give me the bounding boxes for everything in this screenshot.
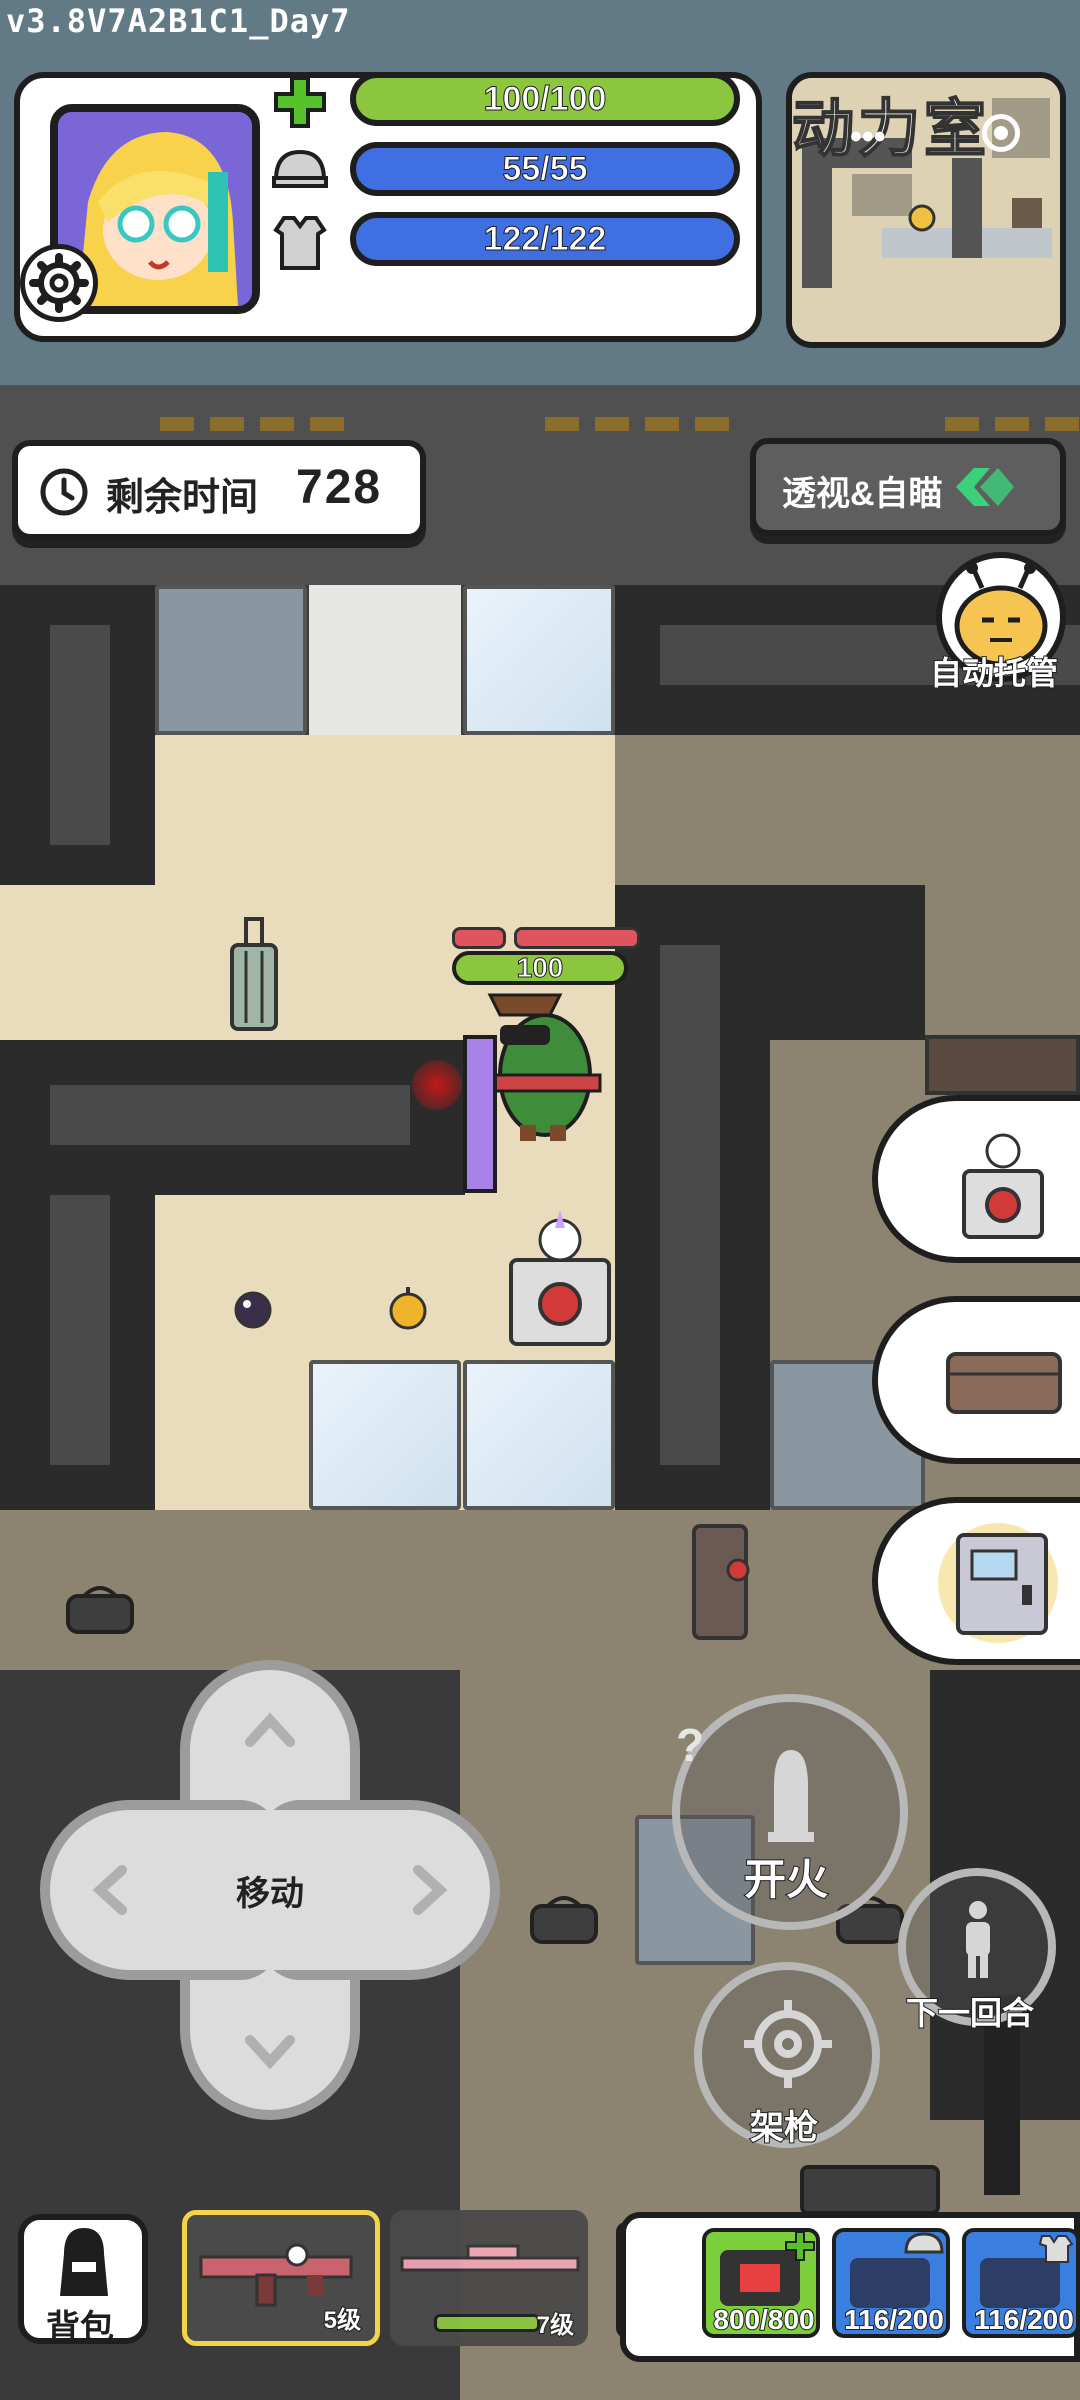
blood-splat [412, 1060, 462, 1110]
nearby-safe-card[interactable] [872, 1497, 1080, 1665]
ice-block [463, 1360, 615, 1510]
sniper-rifle-icon [400, 2244, 580, 2272]
backpack-icon [60, 2228, 108, 2296]
chevron-left-icon [92, 1865, 127, 1915]
weapon-2-level: 7级 [536, 2311, 575, 2340]
fire-button[interactable]: 开火 [672, 1694, 908, 1930]
golden-apple-icon[interactable] [388, 1283, 428, 1331]
assault-rifle-icon [199, 2243, 353, 2307]
weapon-slot-1[interactable]: 5级 [182, 2210, 380, 2346]
status-panel: 100/100 55/55 122/122 [14, 72, 762, 342]
minimap-more-icon[interactable]: ••• [850, 118, 886, 157]
weapon-crate[interactable] [800, 2165, 940, 2215]
timer-value: 728 [296, 461, 383, 514]
weapon-1-level: 5级 [323, 2306, 362, 2335]
health-bar: 100/100 [350, 72, 740, 126]
loot-crate-icon [962, 1133, 1044, 1239]
armor-repair-count: 116/200 [973, 2303, 1075, 2336]
helmet-repair-count: 116/200 [843, 2303, 945, 2336]
nearby-loot-crate-card[interactable] [872, 1095, 1080, 1263]
aim-button[interactable]: 架枪 [694, 1962, 880, 2148]
player-hp-bar: 100 [452, 951, 628, 985]
backpack-button[interactable]: 背包 [18, 2214, 148, 2347]
suitcase-icon[interactable] [222, 915, 286, 1039]
health-icon [270, 72, 330, 132]
chevron-up-icon [245, 1712, 295, 1747]
version-label: v3.8V7A2B1C1_Day7 [6, 2, 351, 40]
floor-tile [309, 585, 461, 735]
ice-block [309, 1360, 461, 1510]
minimap-room-label: 动力室 [792, 94, 991, 165]
helmet-icon [270, 142, 330, 202]
ice-block [463, 585, 615, 735]
movement-dpad[interactable]: 移动 [40, 1660, 500, 2120]
loot-crate-icon[interactable] [505, 1200, 615, 1350]
medkit-icon [720, 2231, 815, 2306]
locker-icon[interactable] [688, 1520, 752, 1644]
medkit-count: 800/800 [712, 2303, 815, 2336]
duffel-bag-icon[interactable] [528, 1890, 600, 1946]
crosshair-icon [744, 2000, 832, 2088]
helmet-repair-slot[interactable]: 116/200 [832, 2228, 950, 2338]
consumables-tray: 800/800 116/200 116/200 [620, 2212, 1080, 2362]
timer-panel: 剩余时间 728 [12, 440, 426, 540]
aim-label: 架枪 [749, 2108, 819, 2148]
next-round-label: 下一回合 [905, 1994, 1035, 2032]
orb-item-icon[interactable] [233, 1290, 273, 1330]
weapon-2-durability-bar [434, 2314, 540, 2332]
armor-icon [270, 212, 330, 272]
weapon-slot-2[interactable]: 7级 [390, 2210, 588, 2346]
bullet-icon [768, 1750, 814, 1842]
settings-button[interactable] [20, 244, 98, 322]
backpack-label: 背包 [46, 2309, 114, 2347]
fire-label: 开火 [743, 1855, 829, 1904]
safe-icon [956, 1533, 1048, 1635]
cabinet[interactable] [925, 1035, 1080, 1095]
nearby-chest-card[interactable] [872, 1296, 1080, 1464]
player-health-pips [452, 927, 640, 949]
helmet-repair-icon [850, 2232, 944, 2308]
medkit-slot[interactable]: 800/800 [702, 2228, 820, 2338]
xray-autoaim-button[interactable]: 透视&自瞄 [750, 438, 1066, 536]
person-icon [966, 1901, 990, 1978]
chevron-right-icon [413, 1865, 448, 1915]
help-icon[interactable]: ? [676, 1718, 704, 1772]
duffel-bag-icon[interactable] [64, 1580, 136, 1636]
wooden-chest-icon [946, 1352, 1062, 1414]
minimap[interactable]: 动力室 ••• [786, 72, 1066, 348]
gear-icon [29, 253, 89, 313]
clock-icon [40, 468, 88, 516]
timer-label: 剩余时间 [106, 477, 259, 519]
armor-repair-slot[interactable]: 116/200 [962, 2228, 1080, 2338]
move-label: 移动 [236, 1875, 304, 1913]
minimap-target-icon[interactable] [982, 114, 1020, 152]
stone-block [155, 585, 307, 735]
purple-door[interactable] [463, 1035, 497, 1193]
play-arrow-icon [956, 468, 1014, 506]
armor-bar: 122/122 [350, 212, 740, 266]
xray-autoaim-label: 透视&自瞄 [782, 475, 943, 513]
auto-play-label: 自动托管 [929, 654, 1059, 692]
helmet-bar: 55/55 [350, 142, 740, 196]
chevron-down-icon [245, 2035, 295, 2070]
armor-repair-icon [980, 2235, 1074, 2308]
